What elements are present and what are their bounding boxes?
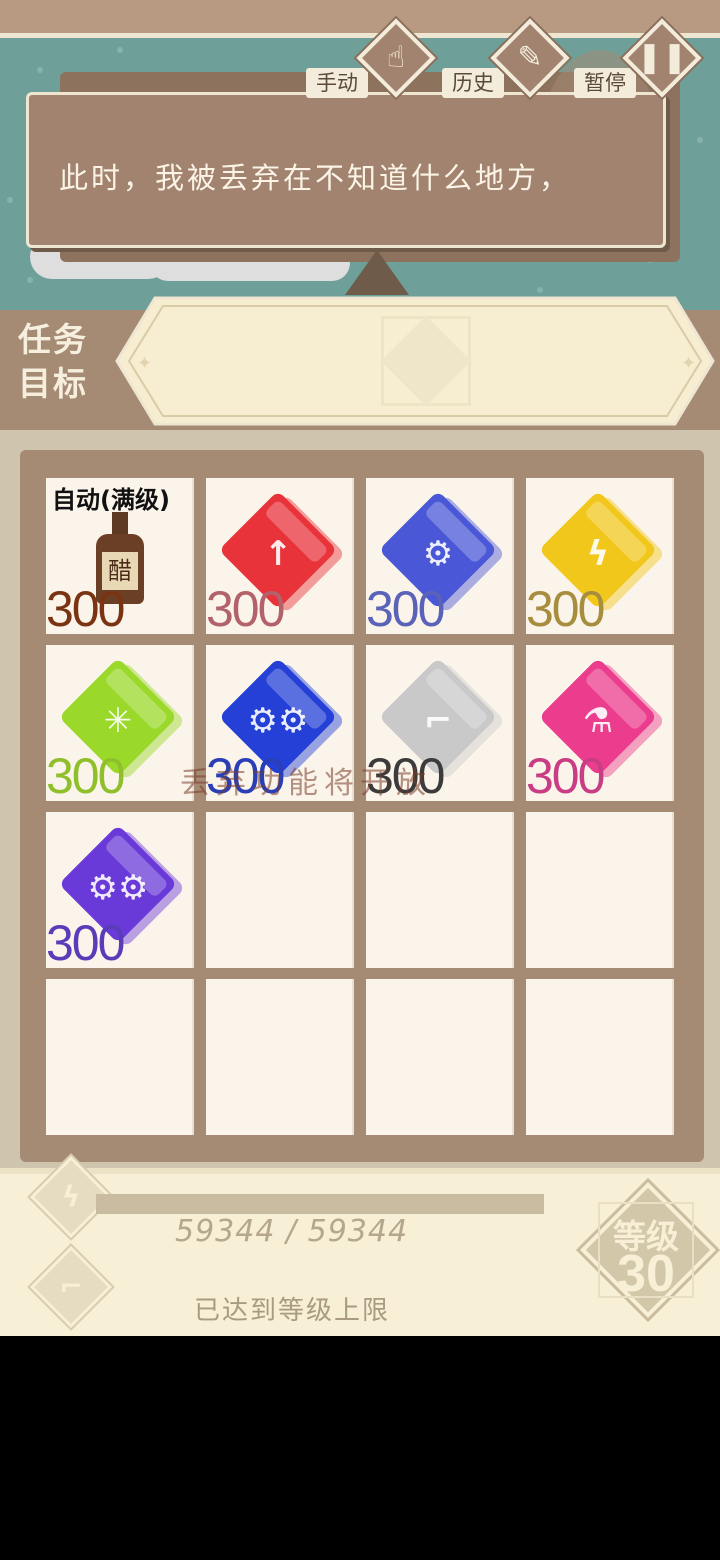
empty-slot[interactable] [206, 979, 354, 1135]
task-label-line1: 任务 [18, 320, 88, 359]
item-slot[interactable]: ⚗ 300 [526, 645, 674, 804]
empty-slot[interactable] [526, 812, 674, 968]
xp-text: 59344 / 59344 [175, 1214, 409, 1249]
stairs-icon: ⌐ [59, 1270, 83, 1303]
dialog-text: 此时，我被丢弃在不知道什么地方， [59, 161, 572, 195]
max-level-text: 已达到等级上限 [194, 1296, 391, 1326]
item-slot[interactable]: ⚙ 300 [366, 478, 514, 637]
item-slot[interactable]: ⚙⚙ 300 [46, 812, 194, 971]
item-slot[interactable]: ϟ 300 [526, 478, 674, 637]
item-count: 300 [366, 581, 445, 637]
lightning-icon: ϟ [61, 1180, 81, 1213]
item-count: 300 [46, 915, 125, 971]
item-count: 300 [46, 748, 125, 804]
feather-icon: ✎ [517, 40, 543, 75]
item-slot[interactable]: ↑ 300 [206, 478, 354, 637]
empty-slot[interactable] [366, 979, 514, 1135]
xp-bar-fill [96, 1194, 544, 1214]
empty-slot[interactable] [366, 812, 514, 968]
pause-button[interactable]: ❚❚ [622, 18, 702, 98]
game-scene: 此时，我被丢弃在不知道什么地方， 手动 ☝ 历史 ✎ 暂停 ❚❚ 任务 目标 ✦… [0, 0, 720, 1336]
task-label-line2: 目标 [18, 364, 88, 403]
item-count: 300 [46, 581, 125, 637]
overlay-notice: 丢弃功能将开放 [180, 766, 432, 801]
history-button[interactable]: ✎ [490, 18, 570, 98]
task-label: 任务 目标 [18, 318, 118, 406]
level-value: 30 [617, 1245, 675, 1303]
hand-refresh-icon: ☝ [386, 40, 406, 75]
auto-level-tag: 自动(满级) [52, 486, 170, 514]
manual-button[interactable]: ☝ [356, 18, 436, 98]
story-dialog[interactable]: 此时，我被丢弃在不知道什么地方， [26, 92, 666, 248]
item-count: 300 [526, 581, 605, 637]
svg-text:✦: ✦ [137, 353, 152, 374]
sign-post [345, 250, 409, 295]
xp-bar [96, 1194, 544, 1214]
empty-slot[interactable] [526, 979, 674, 1135]
pause-icon: ❚❚ [636, 40, 688, 75]
item-slot[interactable]: 自动(满级) 醋 300 [46, 478, 194, 637]
svg-text:✦: ✦ [681, 353, 696, 374]
inventory-board: 自动(满级) 醋 300 ↑ 300 ⚙ 300 ϟ 300 ✳ 300 ⚙⚙ 300 ⌐ 300 ⚗ 300 ⚙… [20, 450, 704, 1162]
level-badge[interactable]: 等级 30 [578, 1180, 716, 1320]
item-count: 300 [526, 748, 605, 804]
task-goal-panel[interactable]: ✦ ✦ [115, 296, 715, 426]
item-count: 300 [206, 581, 285, 637]
empty-slot[interactable] [206, 812, 354, 968]
task-watermark-icon [380, 315, 472, 407]
item-slot[interactable]: ✳ 300 [46, 645, 194, 804]
empty-slot[interactable] [46, 979, 194, 1135]
